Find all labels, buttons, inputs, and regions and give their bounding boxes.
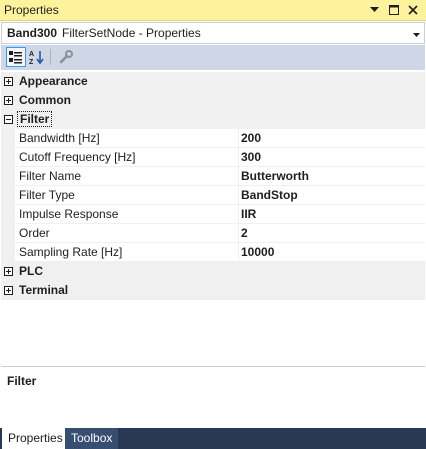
category-appearance[interactable]: Appearance [1,72,425,91]
tab-toolbox[interactable]: Toolbox [65,428,119,449]
property-value[interactable]: 10000 [241,245,274,259]
categorized-icon[interactable] [6,47,26,67]
category-label: PLC [19,264,43,278]
property-row[interactable]: Bandwidth [Hz] 200 [1,129,425,148]
property-row[interactable]: Order 2 [1,224,425,243]
tab-properties[interactable]: Properties [2,428,69,449]
chevron-down-icon[interactable] [413,27,420,41]
property-row[interactable]: Filter Type BandStop [1,186,425,205]
property-value[interactable]: 300 [241,150,261,164]
close-icon[interactable] [405,2,420,17]
property-row[interactable]: Cutoff Frequency [Hz] 300 [1,148,425,167]
category-label: Appearance [19,74,88,88]
property-value[interactable]: 200 [241,131,261,145]
property-name: Cutoff Frequency [Hz] [19,150,136,164]
tab-strip: Properties Toolbox [0,428,426,449]
expand-icon[interactable] [4,267,13,276]
property-row[interactable]: Filter Name Butterworth [1,167,425,186]
maximize-icon[interactable] [386,2,401,17]
property-row[interactable]: Impulse Response IIR [1,205,425,224]
category-filter[interactable]: Filter [1,110,425,129]
property-row[interactable]: Sampling Rate [Hz] 10000 [1,243,425,262]
description-title: Filter [7,374,37,388]
property-name: Filter Name [19,169,82,183]
svg-text:A: A [29,51,34,58]
property-name: Impulse Response [19,207,119,221]
svg-text:Z: Z [29,59,34,65]
category-label: Filter [17,111,53,127]
property-name: Bandwidth [Hz] [19,131,100,145]
property-name: Filter Type [19,188,75,202]
wrench-icon[interactable] [56,47,76,67]
category-terminal[interactable]: Terminal [1,281,425,300]
window-position-dropdown-icon[interactable] [367,2,382,17]
category-label: Terminal [19,283,69,297]
panel-title: Properties [4,3,59,17]
property-value[interactable]: IIR [241,207,256,221]
collapse-icon[interactable] [4,115,13,124]
object-type: FilterSetNode - Properties [62,26,201,40]
expand-icon[interactable] [4,77,13,86]
property-value[interactable]: BandStop [241,188,298,202]
property-name: Order [19,226,50,240]
toolbar-separator [50,49,51,65]
property-grid: Appearance Common Filter Bandwidth [Hz] … [1,72,425,365]
property-value[interactable]: Butterworth [241,169,309,183]
category-label: Common [19,93,71,107]
object-name: Band300 [7,26,58,40]
properties-toolbar: A Z [1,45,425,70]
expand-icon[interactable] [4,96,13,105]
expand-icon[interactable] [4,286,13,295]
property-value[interactable]: 2 [241,226,248,240]
panel-titlebar[interactable]: Properties [0,0,426,21]
alphabetical-icon[interactable]: A Z [27,47,47,67]
category-common[interactable]: Common [1,91,425,110]
category-plc[interactable]: PLC [1,262,425,281]
property-name: Sampling Rate [Hz] [19,245,123,259]
description-pane: Filter [1,367,425,428]
object-selector[interactable]: Band300 FilterSetNode - Properties [1,22,425,44]
